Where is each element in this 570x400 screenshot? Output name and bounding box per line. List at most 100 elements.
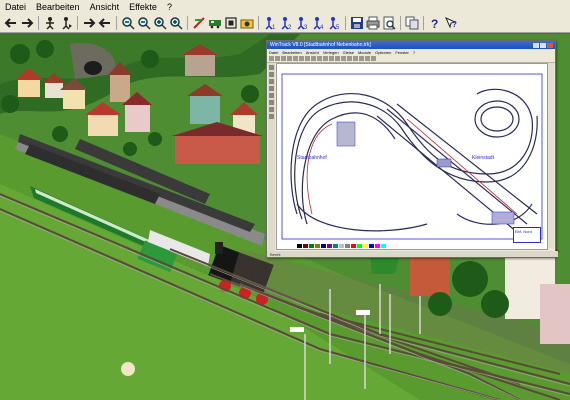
planner-tool-icon[interactable] bbox=[287, 56, 292, 61]
palette-swatch[interactable] bbox=[363, 244, 368, 248]
menu-help[interactable]: ? bbox=[162, 2, 177, 12]
print-icon[interactable] bbox=[365, 15, 380, 30]
save-icon[interactable] bbox=[349, 15, 364, 30]
svg-text:?: ? bbox=[431, 17, 438, 30]
planner-menu-item[interactable]: Gleise bbox=[343, 50, 354, 55]
toolbar-separator bbox=[77, 15, 78, 30]
planner-side-icon[interactable] bbox=[269, 65, 274, 70]
planner-tool-icon[interactable] bbox=[359, 56, 364, 61]
palette-swatch[interactable] bbox=[315, 244, 320, 248]
palette-swatch[interactable] bbox=[333, 244, 338, 248]
palette-swatch[interactable] bbox=[381, 244, 386, 248]
planner-menu-item[interactable]: Verlegen bbox=[323, 50, 339, 55]
palette-swatch[interactable] bbox=[351, 244, 356, 248]
person-5-icon[interactable]: 5 bbox=[326, 15, 341, 30]
fit-icon[interactable] bbox=[223, 15, 238, 30]
planner-toolbar bbox=[267, 55, 555, 63]
arrow-right-icon[interactable] bbox=[19, 15, 34, 30]
palette-swatch[interactable] bbox=[345, 244, 350, 248]
planner-tool-icon[interactable] bbox=[293, 56, 298, 61]
menu-bearbeiten[interactable]: Bearbeiten bbox=[31, 2, 85, 12]
planner-tool-icon[interactable] bbox=[311, 56, 316, 61]
person-1-icon[interactable]: 1 bbox=[262, 15, 277, 30]
planner-side-icon[interactable] bbox=[269, 114, 274, 119]
planner-side-icon[interactable] bbox=[269, 107, 274, 112]
legend-box: Bhf. Nord bbox=[513, 227, 541, 243]
train-icon[interactable] bbox=[207, 15, 222, 30]
zoom-in-small-icon[interactable] bbox=[168, 15, 183, 30]
toolbar-separator bbox=[116, 15, 117, 30]
planner-side-icon[interactable] bbox=[269, 93, 274, 98]
track-plan-canvas[interactable]: Stadtbahnhof Kleinstadt Bhf. Nord bbox=[276, 63, 548, 250]
zoom-out-small-icon[interactable] bbox=[136, 15, 151, 30]
planner-tool-icon[interactable] bbox=[281, 56, 286, 61]
person-4-icon[interactable]: 4 bbox=[310, 15, 325, 30]
person-3-icon[interactable]: 3 bbox=[294, 15, 309, 30]
planner-tool-icon[interactable] bbox=[347, 56, 352, 61]
palette-swatch[interactable] bbox=[297, 244, 302, 248]
palette-swatch[interactable] bbox=[357, 244, 362, 248]
palette-swatch[interactable] bbox=[309, 244, 314, 248]
planner-tool-icon[interactable] bbox=[323, 56, 328, 61]
planner-tool-icon[interactable] bbox=[371, 56, 376, 61]
zoom-in-icon[interactable] bbox=[152, 15, 167, 30]
palette-swatch[interactable] bbox=[303, 244, 308, 248]
status-text: Bereit bbox=[270, 251, 281, 257]
palette-swatch[interactable] bbox=[321, 244, 326, 248]
arrow-forward-icon[interactable] bbox=[81, 15, 96, 30]
planner-menu-item[interactable]: ? bbox=[413, 50, 415, 55]
planner-tool-icon[interactable] bbox=[299, 56, 304, 61]
camera-icon[interactable] bbox=[239, 15, 254, 30]
palette-swatch[interactable] bbox=[339, 244, 344, 248]
planner-tool-icon[interactable] bbox=[341, 56, 346, 61]
menu-datei[interactable]: Datei bbox=[0, 2, 31, 12]
palette-swatch[interactable] bbox=[369, 244, 374, 248]
planner-tool-icon[interactable] bbox=[365, 56, 370, 61]
zoom-out-icon[interactable] bbox=[120, 15, 135, 30]
palette-swatch[interactable] bbox=[375, 244, 380, 248]
planner-menu-item[interactable]: Optionen bbox=[375, 50, 391, 55]
planner-tool-icon[interactable] bbox=[269, 56, 274, 61]
minimize-button[interactable] bbox=[533, 42, 539, 48]
left-station-label: Stadtbahnhof bbox=[297, 155, 327, 161]
track-planner-window[interactable]: WinTrack V8.0 [Stadtbahnhof Nebenbahn.tr… bbox=[266, 40, 558, 258]
planner-side-icon[interactable] bbox=[269, 100, 274, 105]
preview-icon[interactable] bbox=[381, 15, 396, 30]
planner-tool-icon[interactable] bbox=[335, 56, 340, 61]
planner-tool-icon[interactable] bbox=[353, 56, 358, 61]
planner-menu-item[interactable]: Module bbox=[358, 50, 371, 55]
close-button[interactable] bbox=[547, 42, 553, 48]
context-help-icon[interactable]: ? bbox=[443, 15, 458, 30]
menu-effekte[interactable]: Effekte bbox=[124, 2, 162, 12]
palette-swatch[interactable] bbox=[327, 244, 332, 248]
svg-text:4: 4 bbox=[320, 25, 324, 30]
palette-swatch[interactable] bbox=[387, 244, 392, 248]
color-palette bbox=[297, 244, 392, 248]
planner-tool-icon[interactable] bbox=[329, 56, 334, 61]
arrow-back-icon[interactable] bbox=[97, 15, 112, 30]
signal-icon[interactable] bbox=[191, 15, 206, 30]
planner-menu-item[interactable]: Bearbeiten bbox=[282, 50, 301, 55]
planner-menu-item[interactable]: Ansicht bbox=[306, 50, 319, 55]
menu-ansicht[interactable]: Ansicht bbox=[85, 2, 125, 12]
planner-menu-item[interactable]: Datei bbox=[269, 50, 278, 55]
planner-menu-item[interactable]: Fenster bbox=[395, 50, 409, 55]
planner-side-icon[interactable] bbox=[269, 79, 274, 84]
planner-tool-icon[interactable] bbox=[317, 56, 322, 61]
help-icon[interactable]: ? bbox=[427, 15, 442, 30]
planner-tool-icon[interactable] bbox=[275, 56, 280, 61]
walk-icon[interactable] bbox=[42, 15, 57, 30]
copy-icon[interactable] bbox=[404, 15, 419, 30]
planner-side-icon[interactable] bbox=[269, 86, 274, 91]
planner-status-bar: Bereit bbox=[267, 251, 558, 257]
planner-tool-icon[interactable] bbox=[305, 56, 310, 61]
planner-side-icon[interactable] bbox=[269, 72, 274, 77]
walk-back-icon[interactable] bbox=[58, 15, 73, 30]
menu-bar: Datei Bearbeiten Ansicht Effekte ? bbox=[0, 0, 570, 13]
planner-scrollbar[interactable] bbox=[548, 63, 554, 248]
arrow-left-icon[interactable] bbox=[3, 15, 18, 30]
maximize-button[interactable] bbox=[540, 42, 546, 48]
planner-title-bar[interactable]: WinTrack V8.0 [Stadtbahnhof Nebenbahn.tr… bbox=[267, 41, 555, 49]
toolbar-separator bbox=[258, 15, 259, 30]
person-2-icon[interactable]: 2 bbox=[278, 15, 293, 30]
